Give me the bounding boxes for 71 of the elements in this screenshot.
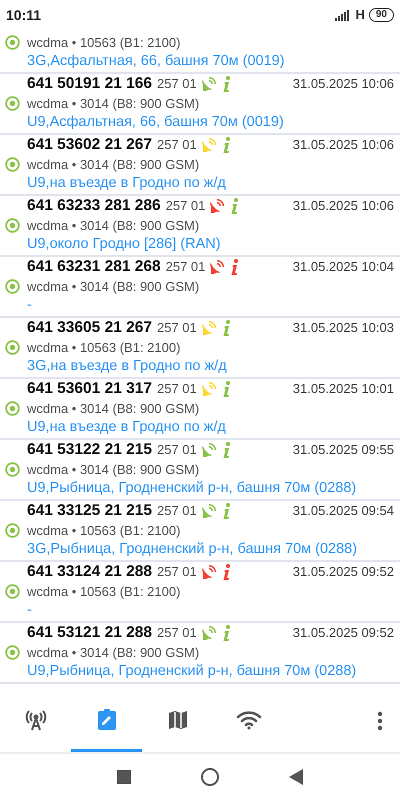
timestamp: 31.05.2025 10:04 [292,258,394,276]
technology-info: wcdma • 3014 (B8: 900 GSM) [27,644,200,662]
radio-circle-icon [5,157,20,172]
radio-circle-icon [5,35,20,50]
technology-info: wcdma • 10563 (B1: 2100) [27,582,180,601]
cell-address: - [27,600,32,620]
plmn-code: 257 01 [166,258,206,276]
cell-address: U9,Асфальтная, 66, башня 70м (0019) [27,112,284,132]
cell-address: 3G,Асфальтная, 66, башня 70м (0019) [27,52,285,71]
plmn-code: 257 01 [156,441,197,460]
timestamp: 31.05.2025 09:52 [292,624,394,642]
cell-id: 641 33124 21 288 [27,562,152,582]
timestamp: 31.05.2025 10:06 [292,136,394,154]
radio-circle-icon [5,96,20,111]
radio-circle-icon [5,584,20,599]
cell-address: U9,около Гродно [286] (RAN) [27,234,221,254]
cell-address: U9,Рыбница, Гродненский р-н, башня 70м (0288) [27,662,356,681]
plmn-code: 257 01 [156,380,197,398]
technology-info: wcdma • 3014 (B8: 900 GSM) [27,400,200,418]
cell-id: 641 63233 281 286 [27,196,161,216]
cell-address: 3G,на въезде в Гродно по ж/д [27,356,227,376]
cell-id: 641 50191 21 166 [27,74,152,94]
radio-circle-icon [5,218,20,233]
timestamp: 31.05.2025 09:52 [292,563,394,582]
cell-id: 641 63231 281 268 [27,257,161,278]
cell-address: - [27,296,32,315]
cell-address: U9,Рыбница, Гродненский р-н, башня 70м (0288) [27,478,356,498]
plmn-code: 257 01 [156,319,197,338]
cell-id: 641 53122 21 215 [27,440,152,460]
timestamp: 31.05.2025 10:03 [292,319,394,338]
technology-info: wcdma • 3014 (B8: 900 GSM) [27,156,200,174]
radio-circle-icon [5,645,20,660]
plmn-code: 257 01 [156,624,197,642]
technology-info: wcdma • 10563 (B1: 2100) [27,522,180,540]
technology-info: wcdma • 3014 (B8: 900 GSM) [27,94,200,113]
plmn-code: 257 01 [156,563,197,582]
technology-info: wcdma • 10563 (B1: 2100) [27,34,180,52]
cell-address: 3G,Рыбница, Гродненский р-н, башня 70м (0288) [27,540,358,559]
timestamp: 31.05.2025 10:06 [292,75,394,94]
cell-id: 641 53121 21 288 [27,623,152,644]
radio-circle-icon [5,340,20,355]
technology-info: wcdma • 3014 (B8: 900 GSM) [27,216,200,235]
cell-address: U9,на въезде в Гродно по ж/д [27,174,226,193]
cell-id: 641 33125 21 215 [27,501,152,522]
cell-id: 641 53601 21 317 [27,379,152,400]
battery-level: 90 [368,8,394,22]
radio-circle-icon [5,523,20,538]
cell-id: 641 53602 21 267 [27,135,152,156]
clock: 10:11 [6,6,42,24]
back-icon[interactable] [289,769,303,785]
radio-circle-icon [5,462,20,477]
home-button[interactable] [201,768,219,786]
technology-info: wcdma • 3014 (B8: 900 GSM) [27,278,200,296]
technology-info: wcdma • 3014 (B8: 900 GSM) [27,460,200,479]
timestamp: 31.05.2025 09:54 [292,502,394,520]
network-type: H [355,6,365,24]
cell-address: U9,на въезде в Гродно по ж/д [27,418,226,437]
timestamp: 31.05.2025 10:06 [292,197,394,216]
plmn-code: 257 01 [156,502,197,520]
more-icon [377,711,383,731]
signal-icon [335,10,352,20]
technology-info: wcdma • 10563 (B1: 2100) [27,338,180,357]
plmn-code: 257 01 [166,197,206,216]
radio-circle-icon [5,401,20,416]
radio-circle-icon [5,279,20,294]
timestamp: 31.05.2025 09:55 [292,441,394,460]
plmn-code: 257 01 [156,136,197,154]
plmn-code: 257 01 [156,75,197,94]
antenna-icon [24,708,48,732]
cell-id: 641 33605 21 267 [27,318,152,338]
timestamp: 31.05.2025 10:01 [292,380,394,398]
